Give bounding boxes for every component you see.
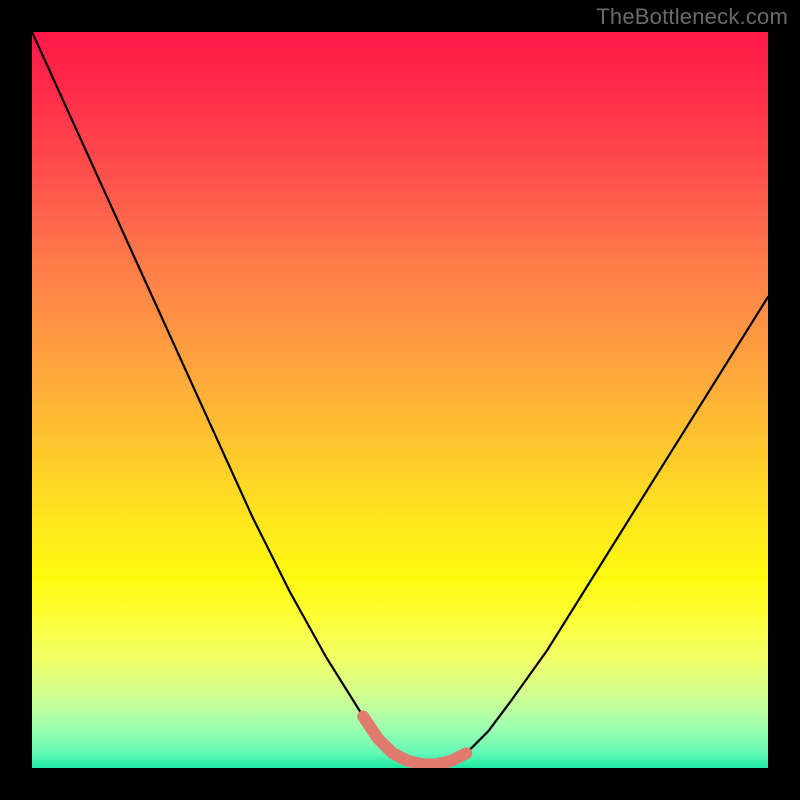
curve-layer: [32, 32, 768, 768]
chart-frame: TheBottleneck.com: [0, 0, 800, 800]
plot-area: [32, 32, 768, 768]
floor-band: [363, 716, 466, 764]
watermark-text: TheBottleneck.com: [596, 4, 788, 30]
bottleneck-curve: [32, 32, 768, 764]
